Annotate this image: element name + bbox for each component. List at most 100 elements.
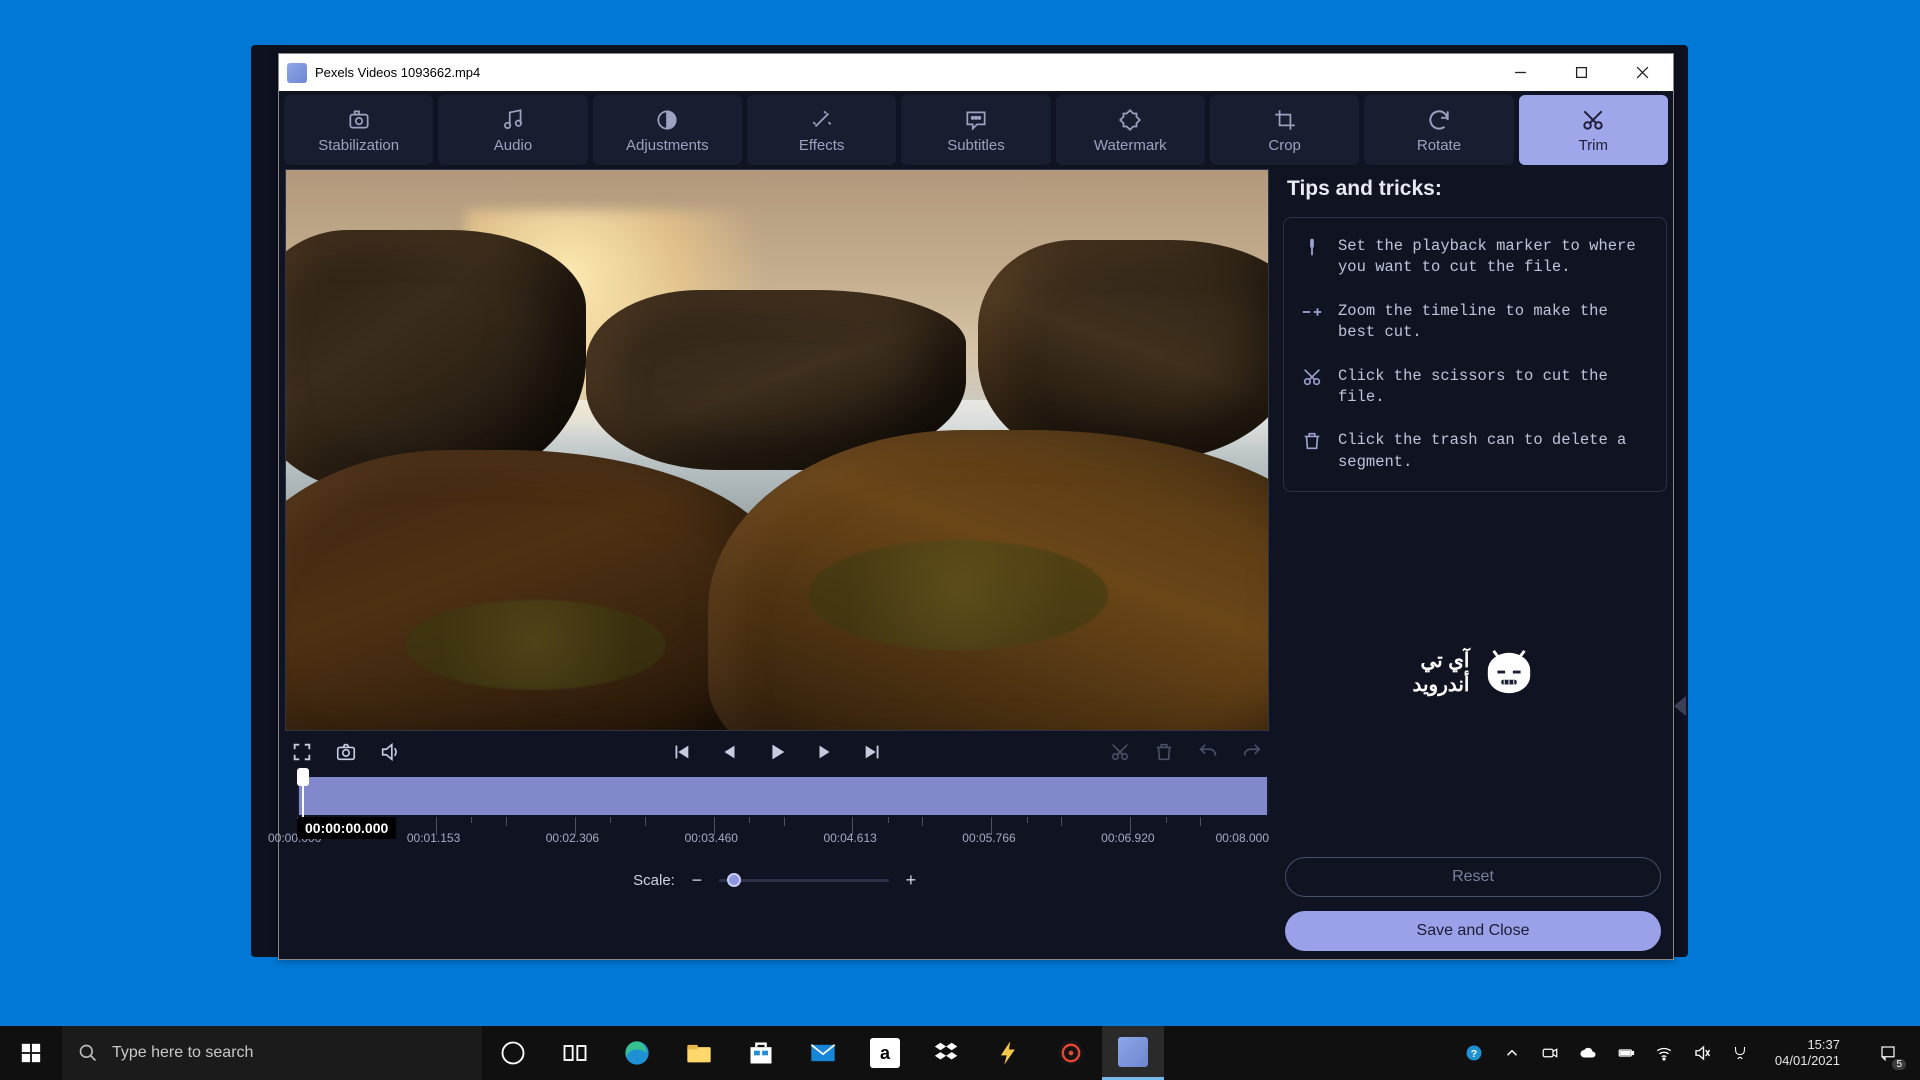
reset-button[interactable]: Reset [1285, 857, 1661, 897]
playhead[interactable] [297, 768, 309, 786]
watermark-icon [1117, 107, 1143, 133]
time-mark: 00:01.153 [407, 831, 460, 845]
taskbar-mail[interactable] [792, 1026, 854, 1080]
tray-help-icon[interactable]: ? [1463, 1042, 1485, 1064]
robot-icon [1480, 647, 1538, 699]
goto-end-button[interactable] [860, 739, 886, 765]
tip-item: Set the playback marker to where you wan… [1300, 236, 1650, 279]
scale-label: Scale: [633, 872, 675, 889]
tool-label: Audio [494, 137, 532, 154]
step-back-button[interactable] [716, 739, 742, 765]
tip-text: Click the trash can to delete a segment. [1338, 430, 1650, 473]
tray-battery-icon[interactable] [1615, 1042, 1637, 1064]
tool-subtitles[interactable]: Subtitles [901, 95, 1050, 165]
adjustments-icon [654, 107, 680, 133]
tool-effects[interactable]: Effects [747, 95, 896, 165]
minimize-button[interactable] [1490, 54, 1551, 91]
snapshot-button[interactable] [333, 739, 359, 765]
taskbar-dropbox[interactable] [916, 1026, 978, 1080]
tool-rotate[interactable]: Rotate [1364, 95, 1513, 165]
tray-cloud-icon[interactable] [1577, 1042, 1599, 1064]
tool-toolbar: Stabilization Audio Adjustments Effects … [279, 91, 1673, 169]
logo-text-1: آي تي [1412, 649, 1469, 673]
tool-label: Stabilization [318, 137, 399, 154]
scissors-icon [1300, 366, 1324, 388]
windows-icon [20, 1042, 42, 1064]
tips-box: Set the playback marker to where you wan… [1283, 217, 1667, 492]
fullscreen-button[interactable] [289, 739, 315, 765]
zoom-out-button[interactable]: − [687, 870, 707, 891]
tray-wifi-icon[interactable] [1653, 1042, 1675, 1064]
maximize-button[interactable] [1551, 54, 1612, 91]
taskbar-store[interactable] [730, 1026, 792, 1080]
timeline-ruler: 00:00.000 00:01.153 00:02.306 00:03.460 … [297, 817, 1269, 835]
tray-meet-icon[interactable] [1539, 1042, 1561, 1064]
stabilization-icon [346, 107, 372, 133]
search-icon [78, 1043, 98, 1063]
goto-start-button[interactable] [668, 739, 694, 765]
delete-button[interactable] [1151, 739, 1177, 765]
rotate-icon [1426, 107, 1452, 133]
scale-knob[interactable] [727, 873, 741, 887]
start-button[interactable] [0, 1026, 62, 1080]
task-view-button[interactable] [544, 1026, 606, 1080]
tray-lang-icon[interactable] [1729, 1042, 1751, 1064]
save-close-button[interactable]: Save and Close [1285, 911, 1661, 951]
current-time: 00:00:00.000 [297, 817, 396, 839]
undo-button[interactable] [1195, 739, 1221, 765]
tray-date: 04/01/2021 [1775, 1053, 1840, 1069]
taskbar-explorer[interactable] [668, 1026, 730, 1080]
trim-icon [1580, 107, 1606, 133]
taskbar-current-app[interactable] [1102, 1026, 1164, 1080]
timeline[interactable]: 00:00.000 00:01.153 00:02.306 00:03.460 … [285, 777, 1269, 865]
tool-crop[interactable]: Crop [1210, 95, 1359, 165]
play-button[interactable] [764, 739, 790, 765]
cortana-button[interactable] [482, 1026, 544, 1080]
scale-slider[interactable] [719, 879, 889, 882]
tool-watermark[interactable]: Watermark [1056, 95, 1205, 165]
titlebar[interactable]: Pexels Videos 1093662.mp4 [279, 54, 1673, 91]
editor-window: Pexels Videos 1093662.mp4 Stabilization … [278, 53, 1674, 960]
taskbar-edge[interactable] [606, 1026, 668, 1080]
tool-label: Trim [1579, 137, 1608, 154]
time-mark: 00:02.306 [546, 831, 599, 845]
tool-stabilization[interactable]: Stabilization [284, 95, 433, 165]
zoom-inout-icon [1300, 301, 1324, 323]
effects-icon [809, 107, 835, 133]
step-fwd-button[interactable] [812, 739, 838, 765]
marker-icon [1300, 236, 1324, 258]
timeline-clip[interactable] [299, 777, 1267, 815]
tool-adjustments[interactable]: Adjustments [593, 95, 742, 165]
tray-chevron-up-icon[interactable] [1501, 1042, 1523, 1064]
system-tray: ? 15:37 04/01/2021 5 [1463, 1026, 1920, 1080]
zoom-in-button[interactable]: + [901, 870, 921, 891]
player-controls [285, 731, 1269, 773]
taskbar-app-bolt[interactable] [978, 1026, 1040, 1080]
watermark-logo: آي تي أندرويد [1283, 492, 1667, 853]
video-preview[interactable] [285, 169, 1269, 731]
tray-volume-icon[interactable] [1691, 1042, 1713, 1064]
tool-label: Effects [799, 137, 845, 154]
trash-icon [1300, 430, 1324, 452]
tray-clock[interactable]: 15:37 04/01/2021 [1767, 1037, 1848, 1070]
tip-item: Zoom the timeline to make the best cut. [1300, 301, 1650, 344]
taskbar-app-red[interactable] [1040, 1026, 1102, 1080]
audio-icon [500, 107, 526, 133]
time-mark: 00:08.000 [1216, 831, 1269, 845]
search-placeholder: Type here to search [112, 1044, 253, 1062]
notifications-button[interactable]: 5 [1864, 1026, 1912, 1080]
redo-button[interactable] [1239, 739, 1265, 765]
subtitles-icon [963, 107, 989, 133]
tool-audio[interactable]: Audio [438, 95, 587, 165]
cut-button[interactable] [1107, 739, 1133, 765]
window-title: Pexels Videos 1093662.mp4 [315, 65, 1490, 80]
taskbar-app-a[interactable]: a [854, 1026, 916, 1080]
volume-button[interactable] [377, 739, 403, 765]
tool-label: Watermark [1094, 137, 1167, 154]
tip-item: Click the trash can to delete a segment. [1300, 430, 1650, 473]
tips-title: Tips and tricks: [1287, 177, 1667, 201]
time-mark: 00:05.766 [962, 831, 1015, 845]
close-button[interactable] [1612, 54, 1673, 91]
taskbar-search[interactable]: Type here to search [62, 1026, 482, 1080]
tool-trim[interactable]: Trim [1519, 95, 1668, 165]
